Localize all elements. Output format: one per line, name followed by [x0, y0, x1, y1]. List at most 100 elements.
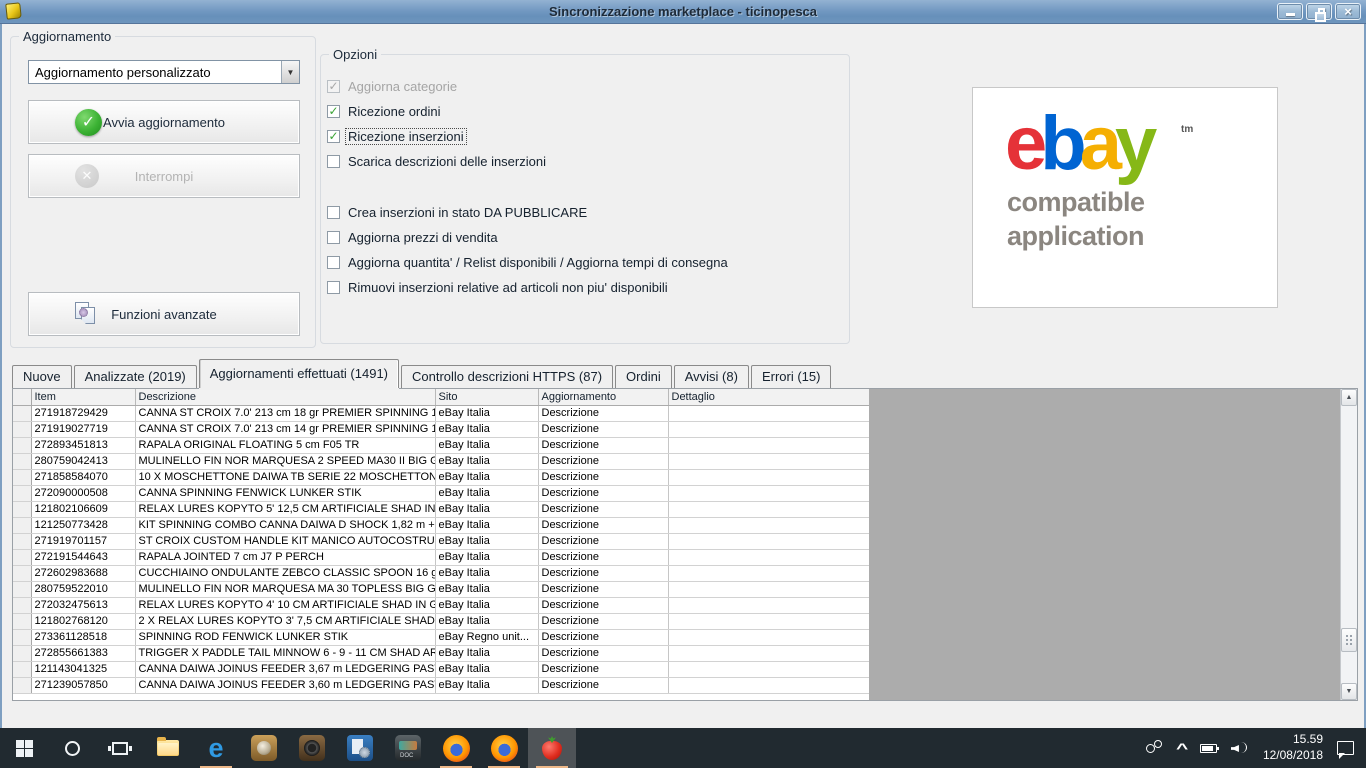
restore-button[interactable]: [1306, 3, 1332, 22]
table-row[interactable]: 272090000508 CANNA SPINNING FENWICK LUNKE…: [13, 485, 869, 502]
checkbox-ricezione-inserzioni[interactable]: ✓ Ricezione inserzioni: [327, 127, 843, 145]
taskbar-file-explorer[interactable]: [144, 728, 192, 768]
table-cell: eBay Italia: [435, 421, 539, 438]
checkbox-aggiorna-prezzi[interactable]: Aggiorna prezzi di vendita: [327, 228, 843, 246]
close-button[interactable]: ×: [1335, 3, 1361, 20]
taskbar-media-app[interactable]: [384, 728, 432, 768]
taskbar-doc-app[interactable]: [336, 728, 384, 768]
row-selector[interactable]: [13, 485, 32, 502]
table-row[interactable]: 271919027719 CANNA ST CROIX 7.0' 213 cm 1…: [13, 421, 869, 438]
table-cell: CANNA DAIWA JOINUS FEEDER 3,60 m LEDGERI…: [135, 677, 436, 694]
checkbox-box-icon: ✓: [327, 128, 340, 143]
grip-icon: [1346, 635, 1348, 637]
column-header-descrizione[interactable]: Descrizione: [135, 389, 436, 406]
funzioni-avanzate-button[interactable]: Funzioni avanzate: [28, 292, 300, 336]
table-row[interactable]: 121802106609 RELAX LURES KOPYTO 5' 12,5 C…: [13, 501, 869, 518]
battery-icon[interactable]: [1199, 743, 1219, 753]
table-row[interactable]: 271858584070 10 X MOSCHETTONE DAIWA TB SE…: [13, 469, 869, 486]
table-row[interactable]: 271239057850 CANNA DAIWA JOINUS FEEDER 3,…: [13, 677, 869, 694]
checkbox-rimuovi-inserzioni[interactable]: Rimuovi inserzioni relative ad articoli …: [327, 278, 843, 296]
table-cell: [668, 517, 869, 534]
row-selector[interactable]: [13, 565, 32, 582]
table-cell: Descrizione: [538, 565, 669, 582]
row-selector[interactable]: [13, 517, 32, 534]
row-selector[interactable]: [13, 533, 32, 550]
table-row[interactable]: 271918729429 CANNA ST CROIX 7.0' 213 cm 1…: [13, 405, 869, 422]
tab-aggiornamenti-effettuati[interactable]: Aggiornamenti effettuati (1491): [198, 359, 400, 388]
taskbar-marketplace-app[interactable]: [528, 728, 576, 768]
dropdown-button[interactable]: ▼: [281, 61, 299, 83]
taskbar-start[interactable]: [0, 728, 48, 768]
row-selector[interactable]: [13, 629, 32, 646]
taskbar-firefox-1[interactable]: [432, 728, 480, 768]
row-selector[interactable]: [13, 469, 32, 486]
checkbox-box-icon: [327, 255, 340, 269]
table-body: 271918729429 CANNA ST CROIX 7.0' 213 cm 1…: [13, 405, 869, 694]
table-row[interactable]: 280759522010 MULINELLO FIN NOR MARQUESA M…: [13, 581, 869, 598]
tab-errori[interactable]: Errori (15): [750, 365, 832, 388]
row-selector[interactable]: [13, 613, 32, 630]
people-icon[interactable]: [1144, 740, 1164, 756]
checkbox-ricezione-ordini[interactable]: ✓ Ricezione ordini: [327, 102, 843, 120]
avvia-aggiornamento-button[interactable]: ✓ Avvia aggiornamento: [28, 100, 300, 144]
column-header-aggiornamento[interactable]: Aggiornamento: [538, 389, 669, 406]
table-row[interactable]: 121802768120 2 X RELAX LURES KOPYTO 3' 7,…: [13, 613, 869, 630]
row-selector[interactable]: [13, 453, 32, 470]
taskbar-task-view[interactable]: [96, 728, 144, 768]
table-row[interactable]: 273361128518 SPINNING ROD FENWICK LUNKER …: [13, 629, 869, 646]
row-selector[interactable]: [13, 437, 32, 454]
table-row[interactable]: 272032475613 RELAX LURES KOPYTO 4' 10 CM …: [13, 597, 869, 614]
row-selector[interactable]: [13, 677, 32, 694]
row-selector[interactable]: [13, 405, 32, 422]
scroll-up-button[interactable]: ▲: [1341, 389, 1357, 406]
row-selector[interactable]: [13, 597, 32, 614]
taskbar-audio-app[interactable]: [288, 728, 336, 768]
scroll-down-button[interactable]: ▼: [1341, 683, 1357, 700]
column-header-item[interactable]: Item: [31, 389, 136, 406]
row-selector[interactable]: [13, 661, 32, 678]
volume-icon[interactable]: [1231, 741, 1249, 755]
tab-analizzate[interactable]: Analizzate (2019): [73, 365, 197, 388]
taskbar-edge[interactable]: e: [192, 728, 240, 768]
clock[interactable]: 15.59 12/08/2018: [1263, 732, 1323, 763]
scrollbar-thumb[interactable]: [1341, 628, 1357, 652]
table-row[interactable]: 272191544643 RAPALA JOINTED 7 cm J7 P PER…: [13, 549, 869, 566]
table-row[interactable]: 121143041325 CANNA DAIWA JOINUS FEEDER 3,…: [13, 661, 869, 678]
table-cell: 10 X MOSCHETTONE DAIWA TB SERIE 22 MOSCH…: [135, 469, 436, 486]
taskbar-firefox-2[interactable]: [480, 728, 528, 768]
minimize-button[interactable]: [1277, 3, 1303, 20]
table-row[interactable]: 280759042413 MULINELLO FIN NOR MARQUESA 2…: [13, 453, 869, 470]
vertical-scrollbar[interactable]: ▲ ▼: [1340, 389, 1357, 700]
row-selector[interactable]: [13, 501, 32, 518]
checkbox-aggiorna-quantita[interactable]: Aggiorna quantita' / Relist disponibili …: [327, 253, 843, 271]
taskbar-cortana[interactable]: [48, 728, 96, 768]
table-cell: 121250773428: [31, 517, 136, 534]
row-selector[interactable]: [13, 581, 32, 598]
table-cell: MULINELLO FIN NOR MARQUESA 2 SPEED MA30 …: [135, 453, 436, 470]
ebay-compatible-badge: ebay tm compatible application: [972, 87, 1278, 308]
table-row[interactable]: 121250773428 KIT SPINNING COMBO CANNA DAI…: [13, 517, 869, 534]
row-selector[interactable]: [13, 645, 32, 662]
tray-expand-icon[interactable]: ^: [1176, 741, 1188, 755]
column-header-sito[interactable]: Sito: [435, 389, 539, 406]
table-cell: eBay Italia: [435, 437, 539, 454]
table-cell: [668, 645, 869, 662]
tab-ordini[interactable]: Ordini: [615, 365, 672, 388]
row-selector[interactable]: [13, 549, 32, 566]
row-selector[interactable]: [13, 421, 32, 438]
table-row[interactable]: 272855661383 TRIGGER X PADDLE TAIL MINNOW…: [13, 645, 869, 662]
table-row[interactable]: 272602983688 CUCCHIAINO ONDULANTE ZEBCO C…: [13, 565, 869, 582]
update-mode-dropdown[interactable]: Aggiornamento personalizzato ▼: [28, 60, 300, 84]
checkbox-scarica-descrizioni[interactable]: Scarica descrizioni delle inserzioni: [327, 152, 843, 170]
table-row[interactable]: 272893451813 RAPALA ORIGINAL FLOATING 5 c…: [13, 437, 869, 454]
action-center-icon[interactable]: [1337, 741, 1354, 759]
tab-nuove[interactable]: Nuove: [12, 365, 72, 388]
tab-avvisi[interactable]: Avvisi (8): [673, 365, 749, 388]
taskbar-photo-app[interactable]: [240, 728, 288, 768]
table-cell: [668, 437, 869, 454]
tab-controllo-descrizioni-https[interactable]: Controllo descrizioni HTTPS (87): [401, 365, 614, 388]
column-header-dettaglio[interactable]: Dettaglio: [668, 389, 869, 406]
table-row[interactable]: 271919701157 ST CROIX CUSTOM HANDLE KIT M…: [13, 533, 869, 550]
table-cell: eBay Italia: [435, 597, 539, 614]
checkbox-crea-inserzioni[interactable]: Crea inserzioni in stato DA PUBBLICARE: [327, 203, 843, 221]
